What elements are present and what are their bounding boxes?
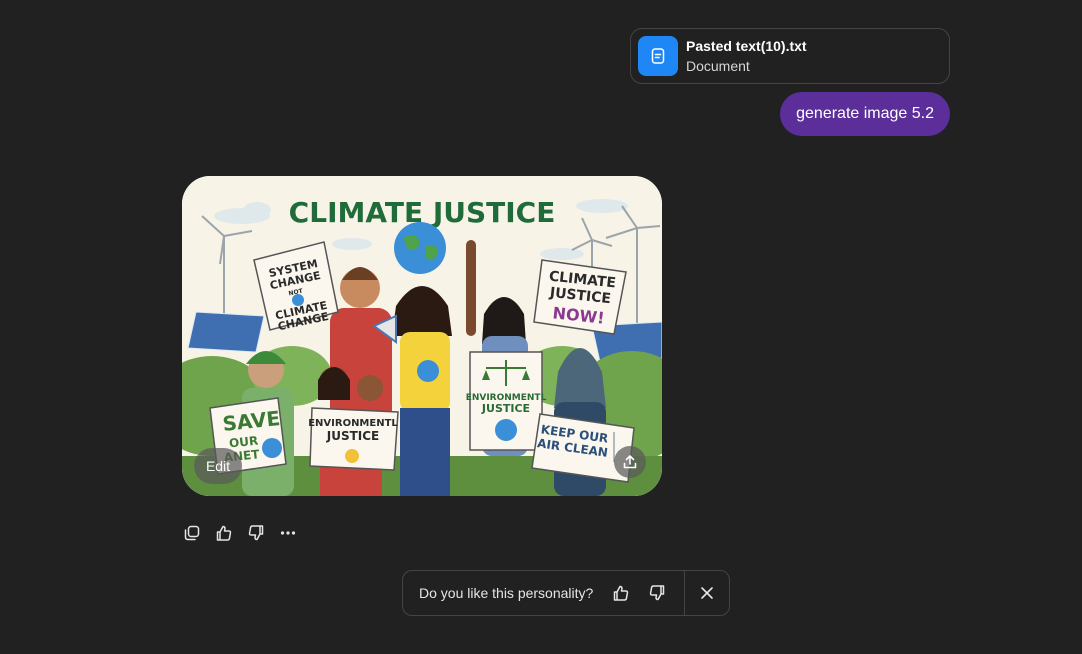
feedback-close-button[interactable] [685, 571, 729, 615]
message-actions [182, 521, 298, 545]
sign-text-line: JUSTICE [326, 429, 380, 443]
sign-environmentl-justice-scales: ENVIRONMENTL JUSTICE [466, 351, 547, 451]
share-upload-icon [623, 455, 637, 469]
user-message-bubble: generate image 5.2 [780, 92, 950, 136]
thumbs-up-icon [216, 525, 232, 541]
attachment-file-name: Pasted text(10).txt [686, 38, 807, 54]
attachment-file-type: Document [686, 58, 750, 74]
sign-text-line: ENVIRONMENTL [308, 418, 398, 429]
document-icon [638, 36, 678, 76]
more-options-button[interactable] [278, 521, 298, 545]
thumbs-down-button[interactable] [246, 521, 266, 545]
attachment-text: Pasted text(10).txt Document [686, 37, 807, 75]
thumbs-down-icon [649, 585, 664, 601]
thumbs-down-icon [248, 525, 264, 541]
edit-image-button[interactable]: Edit [194, 448, 242, 484]
share-image-button[interactable] [614, 446, 646, 478]
personality-feedback-bar: Do you like this personality? [402, 570, 730, 616]
feedback-dislike-button[interactable] [639, 575, 675, 611]
sign-climate-justice-now: CLIMATE JUSTICE NOW! [533, 259, 627, 335]
thumbs-up-icon [613, 585, 629, 601]
chat-page: Pasted text(10).txt Document generate im… [0, 0, 1082, 654]
attachment-card[interactable]: Pasted text(10).txt Document [630, 28, 950, 84]
generated-image[interactable]: CLIMATE JUSTICE SYSTEM CHANGE NOT CLIMAT… [182, 176, 662, 496]
sign-text-line: JUSTICE [481, 402, 530, 415]
copy-button[interactable] [182, 521, 202, 545]
climate-justice-illustration: CLIMATE JUSTICE SYSTEM CHANGE NOT CLIMAT… [182, 176, 662, 496]
thumbs-up-button[interactable] [214, 521, 234, 545]
close-icon [701, 587, 714, 599]
feedback-question: Do you like this personality? [419, 585, 594, 601]
ellipsis-icon [280, 531, 296, 535]
feedback-like-button[interactable] [603, 575, 639, 611]
copy-icon [184, 525, 200, 541]
sign-environmentl-justice: ENVIRONMENTL JUSTICE [308, 407, 399, 471]
